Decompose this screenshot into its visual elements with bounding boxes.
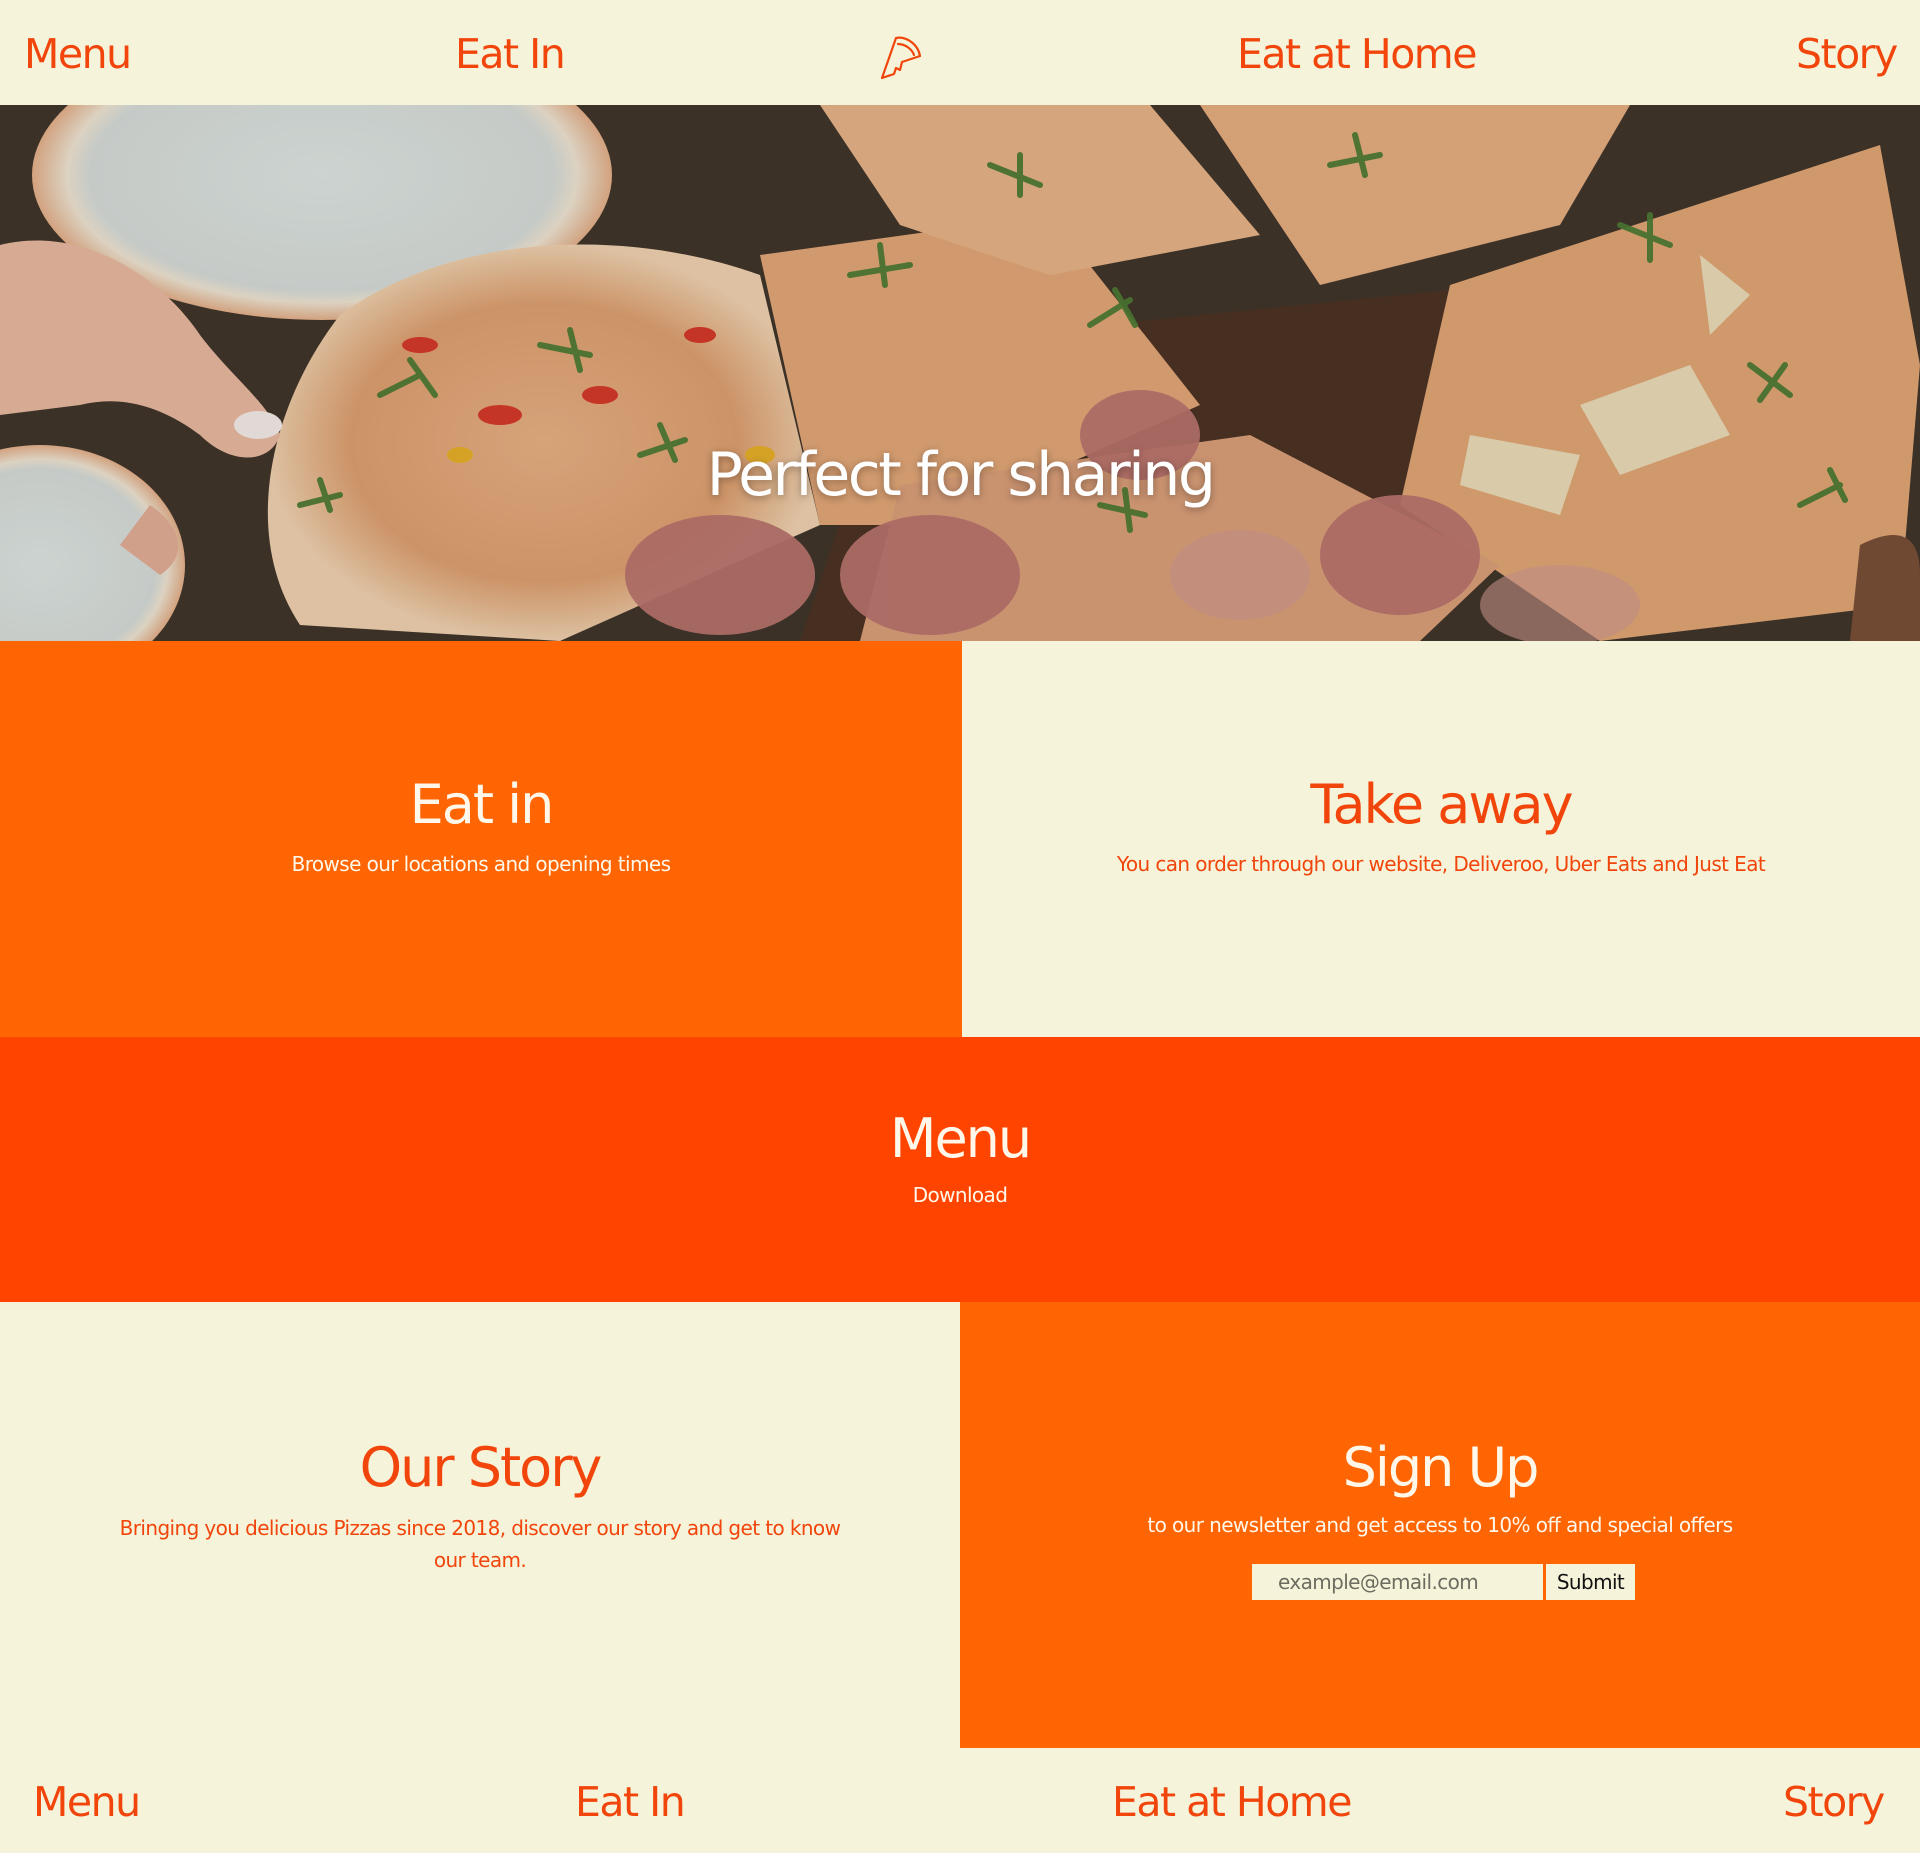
sign-up-text: to our newsletter and get access to 10% … — [1147, 1513, 1733, 1537]
sign-up-panel: Sign Up to our newsletter and get access… — [960, 1302, 1920, 1748]
eat-in-text: Browse our locations and opening times — [291, 852, 671, 876]
hero-pizza-image — [0, 105, 1920, 641]
footer-nav: Menu Eat In Eat at Home Story — [0, 1748, 1920, 1853]
menu-panel: Menu Download — [0, 1037, 1920, 1302]
our-story-title: Our Story — [359, 1436, 603, 1499]
nav-link-eat-in[interactable]: Eat In — [455, 30, 566, 78]
nav-link-menu[interactable]: Menu — [24, 30, 132, 78]
our-story-text: Bringing you delicious Pizzas since 2018… — [119, 1516, 841, 1572]
footer-link-story[interactable]: Story — [1783, 1778, 1885, 1826]
eat-in-title: Eat in — [409, 773, 555, 836]
take-away-panel[interactable]: Take away You can order through our webs… — [962, 641, 1920, 1037]
footer-link-eat-at-home[interactable]: Eat at Home — [1112, 1778, 1352, 1826]
hero-title: Perfect for sharing — [706, 440, 1216, 510]
footer-link-eat-in[interactable]: Eat In — [575, 1778, 686, 1826]
nav-link-eat-at-home[interactable]: Eat at Home — [1237, 30, 1477, 78]
take-away-title: Take away — [1310, 773, 1573, 836]
submit-button[interactable]: Submit — [1546, 1564, 1635, 1600]
our-story-panel[interactable]: Our Story Bringing you delicious Pizzas … — [0, 1302, 960, 1748]
menu-download-link[interactable]: Download — [0, 1183, 1920, 1207]
hero-banner: Perfect for sharing — [0, 105, 1920, 641]
sign-up-title: Sign Up — [1342, 1436, 1540, 1499]
pizza-slice-icon[interactable] — [876, 32, 924, 84]
nav-link-story[interactable]: Story — [1796, 30, 1898, 78]
email-input[interactable] — [1252, 1564, 1543, 1600]
menu-title: Menu — [889, 1107, 1032, 1170]
take-away-text: You can order through our website, Deliv… — [1116, 852, 1766, 876]
newsletter-form: Submit — [1252, 1564, 1635, 1600]
eat-in-panel[interactable]: Eat in Browse our locations and opening … — [0, 641, 962, 1037]
top-nav: Menu Eat In Eat at Home Story — [0, 0, 1920, 105]
footer-link-menu[interactable]: Menu — [33, 1778, 141, 1826]
